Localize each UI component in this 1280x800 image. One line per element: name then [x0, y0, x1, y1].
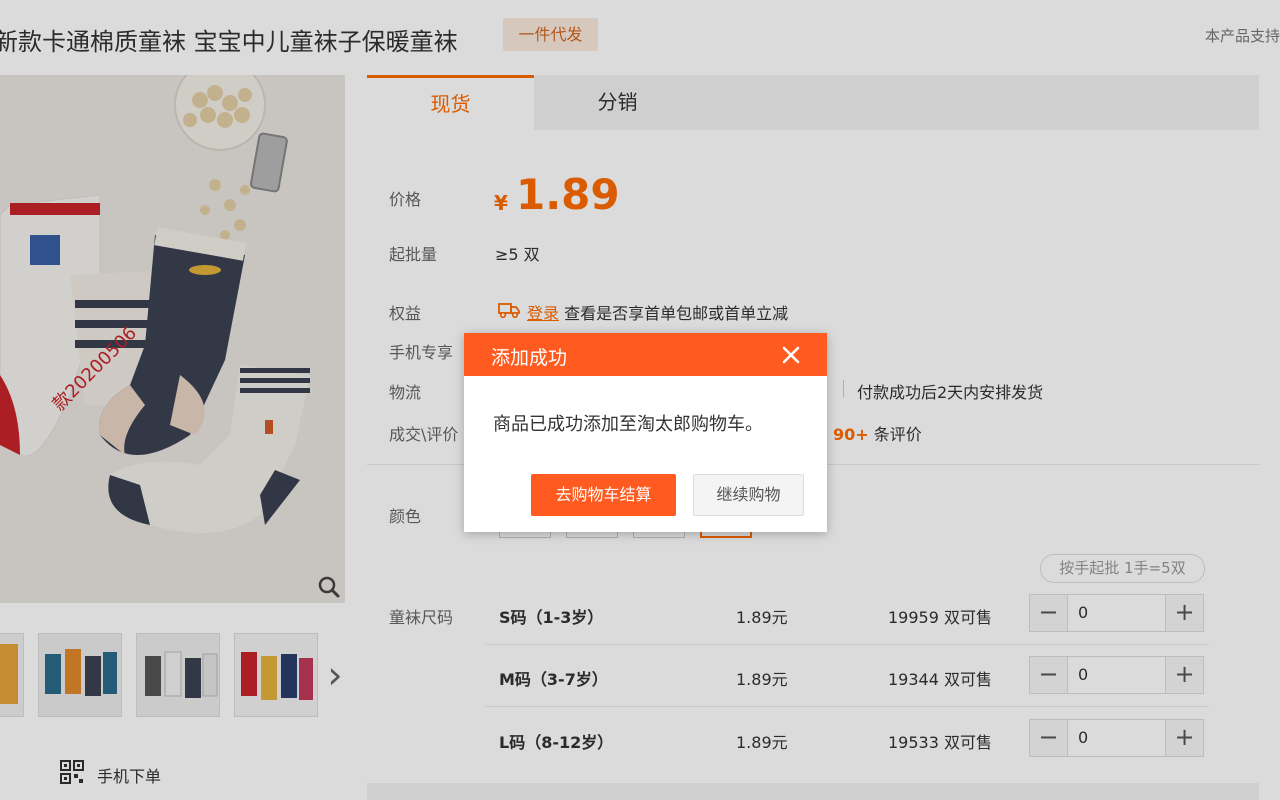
- go-to-cart-button[interactable]: 去购物车结算: [531, 474, 676, 516]
- continue-shopping-button[interactable]: 继续购物: [693, 474, 804, 516]
- dialog-message: 商品已成功添加至淘太郎购物车。: [493, 414, 763, 435]
- close-icon[interactable]: [780, 344, 802, 366]
- add-success-dialog: 添加成功 商品已成功添加至淘太郎购物车。 去购物车结算 继续购物: [464, 333, 827, 532]
- dialog-title: 添加成功: [491, 347, 568, 369]
- dialog-header: 添加成功: [464, 333, 827, 376]
